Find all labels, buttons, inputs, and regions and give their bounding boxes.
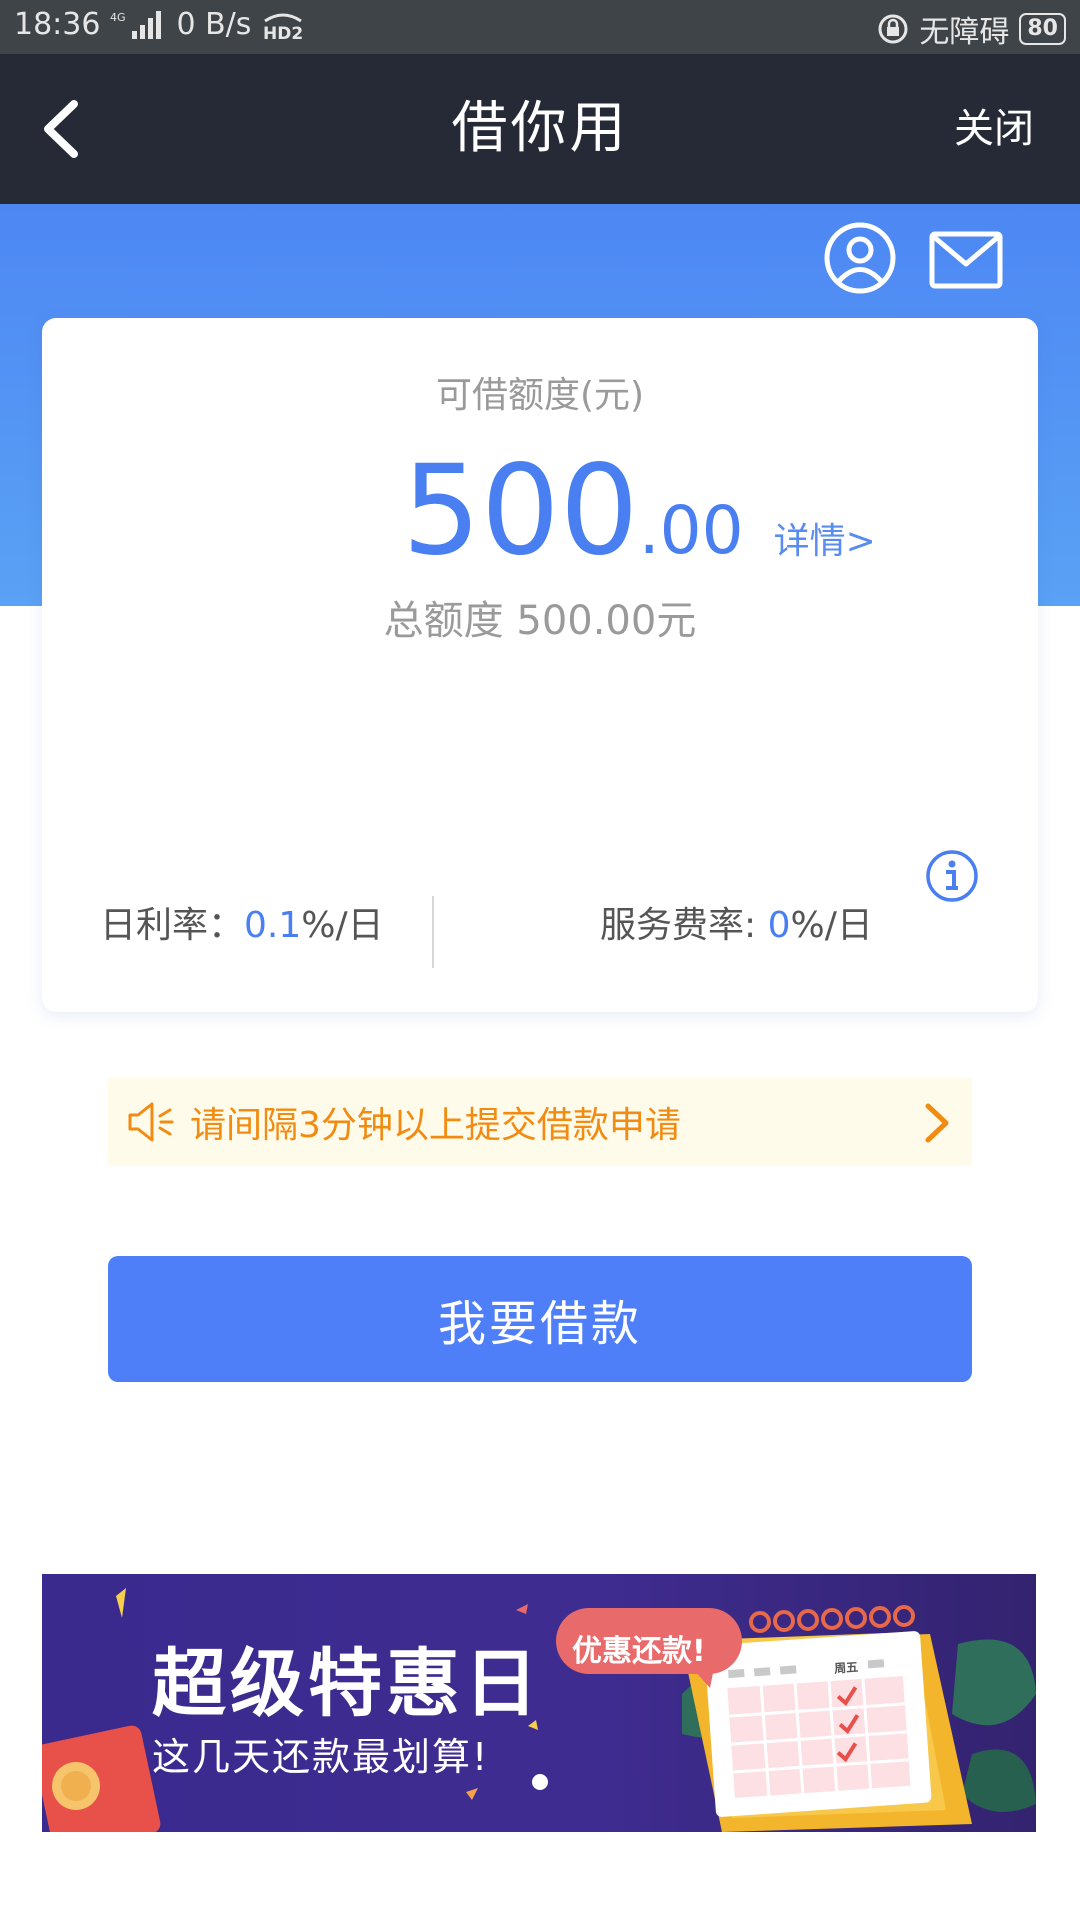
amount-integer: 500: [402, 439, 639, 583]
status-right: 无障碍 80: [877, 7, 1066, 51]
accessibility-label: 无障碍: [919, 15, 1010, 50]
banner-title: 超级特惠日: [152, 1641, 542, 1727]
accessibility-lock-icon: [878, 14, 908, 44]
battery-indicator: 80: [1019, 13, 1066, 45]
service-rate-value: 0: [767, 905, 791, 946]
nav-bar: 借你用 关闭: [0, 54, 1080, 204]
info-icon[interactable]: [924, 848, 980, 904]
banner-bubble-text: 优惠还款!: [572, 1634, 706, 1669]
chevron-right-icon: [925, 1103, 949, 1143]
user-circle-icon[interactable]: [822, 220, 898, 296]
calendar-day-label: 周五: [834, 1660, 859, 1676]
promo-banner[interactable]: 周五 优惠还款! 超级特惠日 这几天还款最划算!: [42, 1574, 1036, 1832]
available-credit-amount: 500 .00 详情>: [402, 446, 876, 576]
total-credit-line: 总额度 500.00元: [383, 598, 697, 644]
daily-rate: 日利率：0.1%/日: [100, 896, 384, 948]
page-title: 借你用: [451, 96, 629, 161]
service-rate-unit: %/日: [790, 905, 873, 946]
amount-decimal: .00: [638, 492, 744, 569]
mail-icon[interactable]: [928, 222, 1004, 298]
credit-card: 可借额度(元) 500 .00 详情> 总额度 500.00元 日利率：0.1%…: [42, 318, 1038, 1012]
status-bar: 18:36 4G 0 B/s HD2 无障碍 80: [0, 0, 1080, 54]
credit-detail-link[interactable]: 详情>: [774, 512, 876, 564]
notice-bar[interactable]: 请间隔3分钟以上提交借款申请: [108, 1078, 972, 1166]
status-time: 18:36: [14, 7, 101, 42]
network-type-label: 4G: [110, 11, 126, 24]
carousel-dot[interactable]: [532, 1774, 548, 1790]
service-rate: 服务费率: 0%/日: [600, 896, 873, 948]
daily-rate-label: 日利率：: [100, 905, 245, 946]
status-left: 18:36 4G 0 B/s HD2: [14, 7, 311, 42]
daily-rate-value: 0.1: [244, 905, 302, 946]
hd-label: HD2: [263, 24, 303, 41]
close-button[interactable]: 关闭: [954, 106, 1034, 152]
notice-text: 请间隔3分钟以上提交借款申请: [190, 1105, 681, 1146]
daily-rate-unit: %/日: [301, 905, 384, 946]
status-speed: 0 B/s: [176, 7, 252, 42]
borrow-button[interactable]: 我要借款: [108, 1256, 972, 1382]
speaker-icon: [128, 1102, 174, 1142]
hd-call-icon: HD2: [263, 13, 304, 41]
available-credit-label: 可借额度(元): [435, 375, 645, 416]
service-rate-label: 服务费率:: [600, 905, 768, 946]
signal-icon: 4G: [110, 10, 162, 39]
rate-divider: [432, 896, 434, 968]
banner-subtitle: 这几天还款最划算!: [152, 1735, 490, 1779]
